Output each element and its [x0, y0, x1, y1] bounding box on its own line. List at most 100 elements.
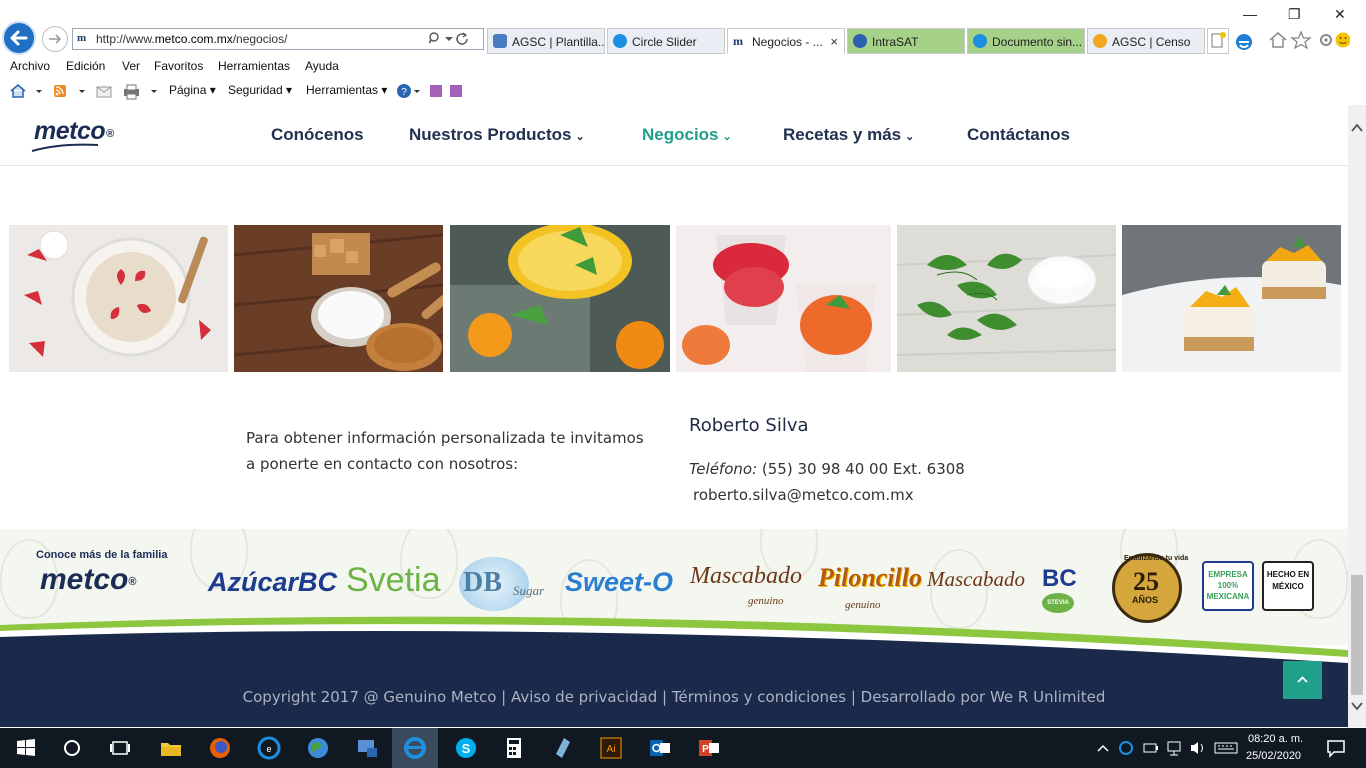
notifications-icon[interactable]: [1322, 734, 1350, 762]
forward-button[interactable]: [42, 26, 68, 52]
tab-documento[interactable]: Documento sin...: [967, 28, 1085, 54]
close-tab-icon[interactable]: ×: [830, 34, 838, 49]
back-to-top-button[interactable]: [1283, 661, 1322, 699]
logo-swoosh-icon: [31, 143, 99, 152]
phone-value[interactable]: (55) 30 98 40 00 Ext. 6308: [757, 460, 965, 478]
tab-intrasat[interactable]: IntraSAT: [847, 28, 965, 54]
web-page: metco® Conócenos Nuestros Productos ⌄ Neg…: [0, 105, 1348, 727]
anniversary-slogan: Endulzando tu vida: [1124, 555, 1189, 562]
clock-date[interactable]: 25/02/2020: [1246, 750, 1301, 762]
page-scrollbar[interactable]: [1348, 105, 1366, 727]
menu-archivo[interactable]: Archivo: [10, 59, 50, 73]
command-bar: Página ▾ Seguridad ▾ Herramientas ▾ ?: [0, 80, 700, 102]
outlook-icon[interactable]: [646, 734, 674, 762]
nav-nuestros-productos[interactable]: Nuestros Productos ⌄: [409, 125, 585, 145]
red-dessert-glasses-photo: [676, 225, 891, 372]
search-refresh-icon: [428, 32, 468, 45]
back-button[interactable]: [2, 21, 36, 55]
phone-label: Teléfono:: [689, 460, 758, 478]
address-bar[interactable]: m http://www.metco.com.mx/negocios/: [72, 28, 484, 50]
powerpoint-icon[interactable]: P: [695, 734, 723, 762]
tab-agsc-plantilla[interactable]: AGSC | Plantilla...: [487, 28, 605, 54]
tab-negocios[interactable]: m Negocios - ... ×: [727, 28, 845, 54]
orange-drink-photo: [450, 225, 670, 372]
brand-db-sugar: Sugar: [513, 583, 545, 598]
oatmeal-strawberries-photo: [9, 225, 228, 372]
home-favorites-settings-icons[interactable]: [1268, 30, 1350, 50]
contact-name: Roberto Silva: [689, 415, 809, 436]
menu-favoritos[interactable]: Favoritos: [154, 59, 203, 73]
brand-db: DB: [463, 567, 502, 598]
anniversary-number: 25: [1133, 567, 1159, 596]
site-footer: Copyright 2017 @ Genuino Metco | Aviso d…: [0, 669, 1348, 727]
agsc-favicon-icon: [1093, 34, 1107, 48]
contact-email[interactable]: roberto.silva@metco.com.mx: [693, 486, 914, 504]
network-admin-icon[interactable]: [353, 734, 381, 762]
search-icon[interactable]: [58, 734, 86, 762]
internet-explorer-icon: [404, 737, 426, 759]
menu-ver[interactable]: Ver: [122, 59, 140, 73]
nav-conocenos[interactable]: Conócenos: [271, 125, 364, 145]
made-in-mexico-badge: HECHO EN MÉXICO: [1262, 561, 1314, 611]
ie-favicon-icon: [973, 34, 987, 48]
notes-app-icon[interactable]: [548, 734, 576, 762]
family-metco-logo[interactable]: metco®: [40, 563, 136, 597]
taskbar-active-ie[interactable]: [392, 728, 438, 768]
menu-ayuda[interactable]: Ayuda: [305, 59, 339, 73]
brand-svetia[interactable]: Svetia: [346, 561, 441, 600]
tab-circle-slider[interactable]: Circle Slider: [607, 28, 725, 54]
address-url[interactable]: http://www.metco.com.mx/negocios/: [96, 32, 287, 46]
clock-time[interactable]: 08:20 a. m.: [1248, 733, 1303, 745]
brand-bc: BC: [1042, 565, 1077, 592]
ie-update-icon[interactable]: e: [255, 734, 283, 762]
home-feeds-mail-print-icons[interactable]: [9, 82, 159, 100]
intrasat-favicon-icon: [853, 34, 867, 48]
brand-mascabado[interactable]: Mascabado: [690, 563, 802, 590]
svg-text:e: e: [266, 744, 271, 754]
command-pagina[interactable]: Página ▾: [169, 83, 216, 97]
nav-negocios[interactable]: Negocios ⌄: [642, 125, 732, 145]
new-tab-icon: [1211, 32, 1226, 48]
task-view-icon[interactable]: [106, 734, 134, 762]
brand-sweet-o[interactable]: Sweet-O: [565, 567, 673, 598]
restore-button[interactable]: ❐: [1288, 6, 1301, 23]
windows-start-icon[interactable]: [12, 734, 40, 762]
tab-agsc-censo[interactable]: AGSC | Censo: [1087, 28, 1205, 54]
address-controls[interactable]: [428, 31, 479, 50]
skype-icon[interactable]: S: [452, 734, 480, 762]
globe-app-icon[interactable]: [304, 734, 332, 762]
brand-piloncillo[interactable]: Piloncillo: [818, 563, 922, 593]
firefox-icon[interactable]: [206, 734, 234, 762]
close-window-button[interactable]: ✕: [1334, 6, 1346, 23]
ie-favicon-icon: [613, 34, 627, 48]
minimize-button[interactable]: —: [1243, 6, 1257, 22]
browser-chrome: m http://www.metco.com.mx/negocios/ AGSC…: [0, 0, 1366, 105]
scrollbar-arrows-icon: [1351, 123, 1363, 711]
chevron-down-icon: ⌄: [722, 131, 732, 143]
arrow-right-icon: [49, 34, 62, 44]
brand-mascabado-bc[interactable]: Mascabado: [927, 567, 1025, 592]
calculator-icon[interactable]: [500, 734, 528, 762]
chevron-down-icon: ⌄: [575, 131, 585, 143]
illustrator-icon[interactable]: Ai: [597, 734, 625, 762]
anniversary-label: AÑOS: [1132, 595, 1159, 605]
nav-recetas[interactable]: Recetas y más ⌄: [783, 125, 914, 145]
help-addon-icons[interactable]: ?: [396, 82, 471, 100]
sugar-spoons-photo: [234, 225, 443, 372]
chevron-up-icon: [1297, 676, 1308, 683]
edge-icon[interactable]: [1234, 32, 1254, 52]
command-herramientas[interactable]: Herramientas ▾: [306, 83, 387, 97]
brand-azucar-bc[interactable]: AzúcarBC: [208, 567, 337, 598]
new-tab-button[interactable]: [1207, 28, 1229, 54]
mexican-company-badge: EMPRESA 100% MEXICANA: [1202, 561, 1254, 611]
copyright-text[interactable]: Copyright 2017 @ Genuino Metco | Aviso d…: [0, 688, 1348, 706]
info-text: Para obtener información personalizada t…: [246, 429, 644, 473]
menu-herramientas[interactable]: Herramientas: [218, 59, 290, 73]
metco-favicon-icon: m: [733, 34, 743, 48]
file-explorer-icon[interactable]: [157, 734, 185, 762]
system-tray-icons[interactable]: [1094, 738, 1239, 758]
windows-taskbar: e S Ai P 08:20 a. m. 25/02/2020: [0, 728, 1366, 768]
command-seguridad[interactable]: Seguridad ▾: [228, 83, 292, 97]
nav-contactanos[interactable]: Contáctanos: [967, 125, 1070, 145]
menu-edicion[interactable]: Edición: [66, 59, 105, 73]
